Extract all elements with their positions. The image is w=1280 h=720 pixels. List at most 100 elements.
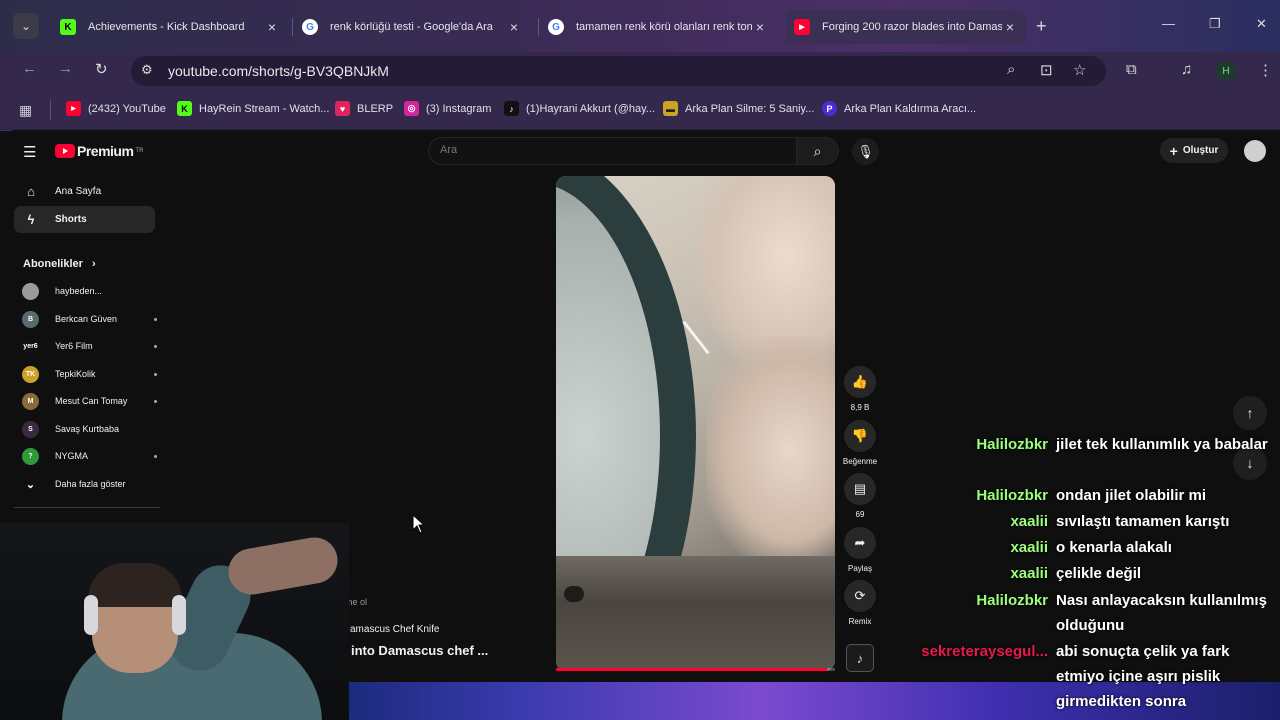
search-input[interactable] [428,137,797,165]
close-icon[interactable]: × [506,19,522,35]
sidebar-item-shorts[interactable]: ϟ Shorts [14,206,155,233]
channel-name: haybeden... [55,286,103,296]
new-content-dot [154,317,157,321]
tab-google-search-2[interactable]: G tamamen renk körü olanları renk tonu × [540,10,776,44]
blerp-icon: ♥ [335,101,350,116]
subscription-item[interactable]: yer6 Yer6 Film [22,336,157,356]
short-audio-label[interactable]: amascus Chef Knife [350,624,440,635]
extensions-icon[interactable]: ⧉ [1126,61,1137,78]
chat-message: Halilozbkr Nası anlayacaksın kullanılmış… [900,588,1280,638]
mouse-cursor-icon [412,513,426,539]
install-app-icon[interactable]: ⊡ [1040,61,1053,79]
tab-youtube-short[interactable]: ▶ Forging 200 razor blades into Damasc × [786,10,1026,44]
tab-search-button[interactable]: ⌄ [13,13,39,39]
short-video-player[interactable] [556,176,835,671]
new-content-dot [154,454,157,458]
youtube-premium-logo[interactable]: Premium TR [55,143,143,159]
close-icon[interactable]: × [752,19,768,35]
subscription-item[interactable]: ? NYGMA [22,446,157,466]
close-icon[interactable]: × [264,19,280,35]
menu-kebab-icon[interactable]: ⋮ [1258,61,1273,79]
bookmark-label: Arka Plan Kaldırma Aracı... [844,102,977,115]
youtube-play-icon [55,144,75,158]
short-title[interactable]: into Damascus chef ... [351,643,488,658]
music-icon: ♪ [856,650,864,666]
forward-button[interactable]: → [58,60,73,77]
audio-thumbnail[interactable]: ♪ [846,644,874,672]
bookmark-tiktok[interactable]: ♪ (1)Hayrani Akkurt (@hay... [504,101,655,116]
reload-icon: ↻ [95,61,108,78]
apps-grid-icon[interactable]: ▦ [19,102,32,119]
tab-kick-dashboard[interactable]: K Achievements - Kick Dashboard × [52,10,288,44]
bookmark-hayrein-stream[interactable]: K HayRein Stream - Watch... [177,101,329,116]
zoom-icon[interactable]: ⌕ [1007,61,1015,78]
tab-title: Achievements - Kick Dashboard [88,21,245,33]
voice-search-button[interactable]: 🎙 [852,138,879,165]
create-label: Oluştur [1182,145,1219,156]
instagram-icon: ◎ [404,101,419,116]
like-icon: 👍 [844,366,876,398]
share-button[interactable]: ➦ Paylaş [844,527,876,573]
hamburger-menu-icon[interactable]: ☰ [23,143,36,161]
restore-button[interactable]: ❐ [1209,16,1221,32]
subscription-item[interactable]: B Berkcan Güven [22,309,157,329]
bookmark-star-icon[interactable]: ☆ [1073,61,1086,79]
chat-text: ondan jilet olabilir mi [1056,487,1207,504]
bookmark-instagram[interactable]: ◎ (3) Instagram [404,101,491,116]
channel-avatar: B [22,310,39,328]
bookmark-remove-bg[interactable]: ▬ Arka Plan Silme: 5 Saniy... [663,101,814,116]
dislike-icon: 👎 [844,420,876,452]
comments-button[interactable]: ▤ 69 [844,473,876,519]
like-button[interactable]: 👍 8,9 B [844,366,876,412]
profile-avatar[interactable]: H [1216,61,1236,81]
previous-short-button[interactable]: ↑ [1233,396,1267,430]
sidebar-item-label: Ana Sayfa [55,186,102,197]
subscription-item[interactable]: S Savaş Kurtbaba [22,419,157,439]
remix-label: Remix [848,617,872,626]
microphone-icon: 🎙 [857,143,874,159]
tab-google-search-1[interactable]: G renk körlüğü testi - Google'da Ara × [294,10,530,44]
subscriptions-title: Abonelikler [23,258,83,270]
search-button[interactable]: ⌕ [797,137,839,165]
new-tab-button[interactable]: + [1036,16,1047,37]
logo-country: TR [135,148,144,154]
streamer-hand [224,533,342,599]
new-content-dot [154,372,157,376]
close-icon[interactable]: × [1002,19,1018,35]
bookmark-label: (1)Hayrani Akkurt (@hay... [526,102,655,115]
url-text[interactable]: youtube.com/shorts/g-BV3QBNJkM [168,63,389,79]
remix-button[interactable]: ⟳ Remix [844,580,876,626]
site-info-icon[interactable]: ⚙ [141,62,153,78]
bookmark-bg-removal-tool[interactable]: P Arka Plan Kaldırma Aracı... [822,101,976,116]
channel-name: TepkiKolik [55,369,96,379]
show-more-button[interactable]: ⌄ Daha fazla göster [22,474,157,494]
dislike-button[interactable]: 👎 Beğenme [843,420,877,466]
close-window-button[interactable]: ✕ [1256,16,1267,32]
subscription-item[interactable]: haybeden... [22,281,157,301]
chevron-right-icon: › [91,258,96,270]
chat-message: sekreteraysegul... abi sonuçta çelik ya … [900,639,1280,714]
chat-text: abi sonuçta çelik ya fark etmiyo içine a… [1056,643,1230,710]
streamer-hair [88,563,182,607]
minimize-button[interactable]: — [1162,16,1175,31]
channel-avatar: yer6 [22,337,39,355]
create-button[interactable]: + Oluştur [1160,138,1228,163]
kick-icon: K [177,101,192,116]
subscription-item[interactable]: TK TepkiKolik [22,364,157,384]
chat-text: o kenarla alakalı [1056,539,1172,556]
back-button[interactable]: ← [22,60,37,77]
tab-title: tamamen renk körü olanları renk tonu [576,21,752,33]
bookmark-blerp[interactable]: ♥ BLERP [335,101,393,116]
subscriptions-header[interactable]: Abonelikler › [23,258,96,270]
bookmark-youtube[interactable]: ▶ (2432) YouTube [66,101,166,116]
account-avatar[interactable] [1244,140,1266,162]
subscription-item[interactable]: M Mesut Can Tomay [22,391,157,411]
reload-button[interactable]: ↻ [95,60,108,78]
sidebar-item-home[interactable]: ⌂ Ana Sayfa [14,178,155,205]
video-progress-fill [556,668,827,671]
chat-message: Halilozbkr ondan jilet olabilir mi [900,483,1280,508]
home-icon: ⌂ [27,184,35,199]
show-more-label: Daha fazla göster [55,479,126,489]
channel-name: Mesut Can Tomay [55,396,128,406]
media-control-icon[interactable]: ♫ [1181,61,1192,78]
